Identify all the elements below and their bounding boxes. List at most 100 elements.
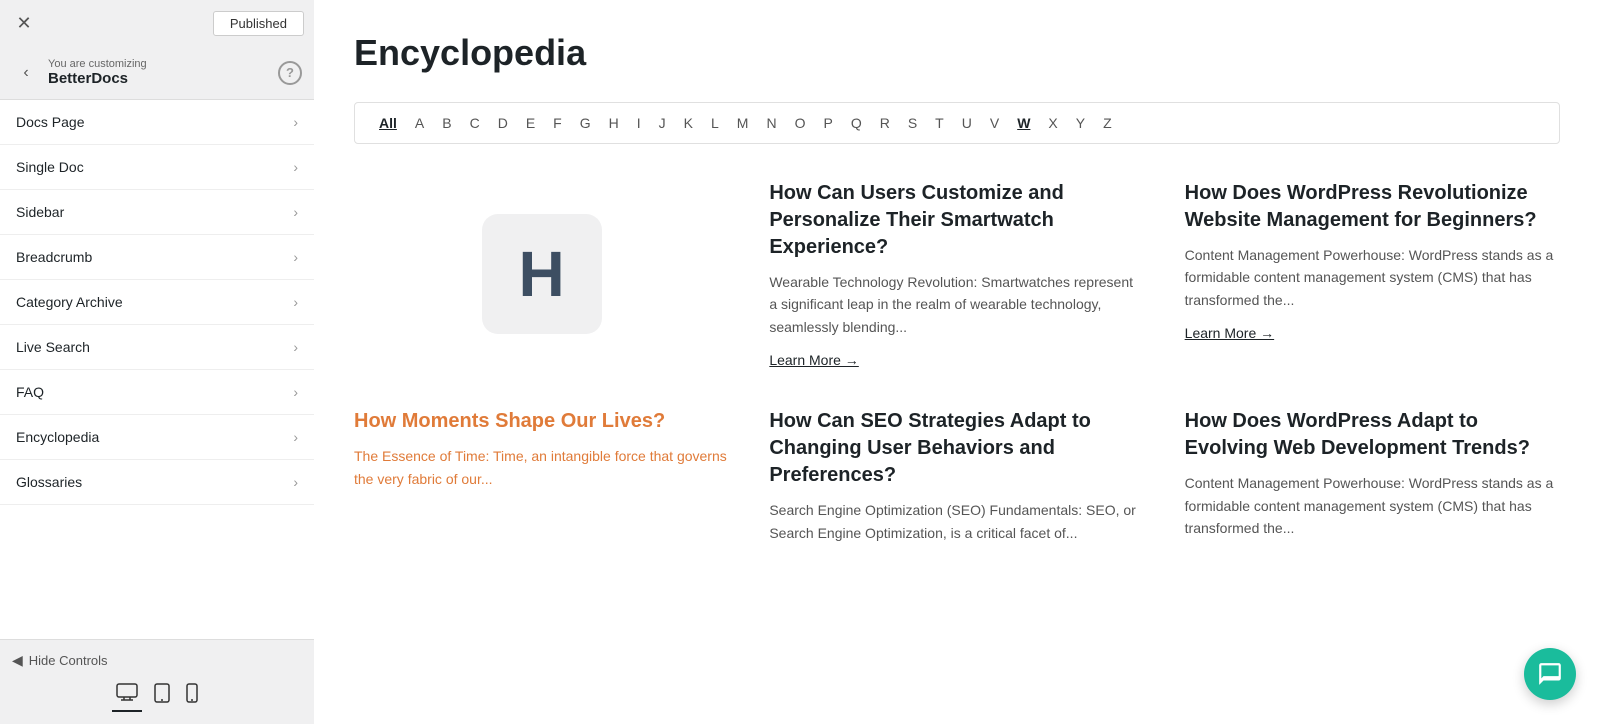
alpha-k[interactable]: K — [676, 111, 701, 135]
customizing-title: BetterDocs — [48, 70, 278, 87]
sidebar-item-label: FAQ — [16, 384, 44, 400]
alpha-l[interactable]: L — [703, 111, 727, 135]
alpha-d[interactable]: D — [490, 111, 516, 135]
chat-widget[interactable] — [1524, 648, 1576, 700]
article-card-4: How Can SEO Strategies Adapt to Changing… — [769, 408, 1144, 544]
customizing-label: You are customizing — [48, 58, 278, 70]
learn-more-link-1[interactable]: Learn More → — [769, 352, 1144, 368]
letter-h-icon: H — [482, 214, 602, 334]
hide-controls-label: Hide Controls — [29, 653, 108, 668]
sidebar-item-live-search[interactable]: Live Search › — [0, 325, 314, 370]
view-controls — [12, 679, 302, 712]
sidebar-item-category-archive[interactable]: Category Archive › — [0, 280, 314, 325]
alpha-s[interactable]: S — [900, 111, 925, 135]
article-card-2: How Does WordPress Revolutionize Website… — [1185, 180, 1560, 368]
published-button[interactable]: Published — [213, 11, 304, 36]
article-card-1: How Can Users Customize and Personalize … — [769, 180, 1144, 368]
alpha-g[interactable]: G — [572, 111, 599, 135]
alpha-r[interactable]: R — [872, 111, 898, 135]
back-button[interactable]: ‹ — [12, 59, 40, 87]
sidebar-item-docs-page[interactable]: Docs Page › — [0, 100, 314, 145]
alpha-p[interactable]: P — [815, 111, 840, 135]
article-title: How Can SEO Strategies Adapt to Changing… — [769, 408, 1144, 489]
sidebar-item-breadcrumb[interactable]: Breadcrumb › — [0, 235, 314, 280]
article-card-5: How Does WordPress Adapt to Evolving Web… — [1185, 408, 1560, 544]
alpha-c[interactable]: C — [462, 111, 488, 135]
chevron-right-icon: › — [293, 249, 298, 265]
article-card-orange: How Moments Shape Our Lives? The Essence… — [354, 408, 729, 544]
tablet-icon — [154, 683, 170, 703]
alpha-h[interactable]: H — [601, 111, 627, 135]
sidebar-topbar: ✕ Published — [0, 0, 314, 46]
sidebar-item-label: Category Archive — [16, 294, 123, 310]
hide-controls-icon: ◀ — [12, 652, 23, 669]
chevron-right-icon: › — [293, 294, 298, 310]
alpha-w[interactable]: W — [1009, 111, 1038, 135]
sidebar-item-encyclopedia[interactable]: Encyclopedia › — [0, 415, 314, 460]
alpha-n[interactable]: N — [758, 111, 784, 135]
desktop-view-button[interactable] — [112, 679, 142, 712]
chevron-right-icon: › — [293, 204, 298, 220]
alpha-a[interactable]: A — [407, 111, 432, 135]
alphabet-nav: All A B C D E F G H I J K L M N O P Q R … — [354, 102, 1560, 144]
chevron-right-icon: › — [293, 384, 298, 400]
chevron-right-icon: › — [293, 474, 298, 490]
article-excerpt-orange: The Essence of Time: Time, an intangible… — [354, 445, 729, 490]
sidebar-item-glossaries[interactable]: Glossaries › — [0, 460, 314, 505]
alpha-y[interactable]: Y — [1068, 111, 1093, 135]
alpha-f[interactable]: F — [545, 111, 570, 135]
main-content: Encyclopedia All A B C D E F G H I J K L… — [314, 0, 1600, 724]
sidebar-item-faq[interactable]: FAQ › — [0, 370, 314, 415]
close-button[interactable]: ✕ — [10, 9, 38, 37]
sidebar-header-info: You are customizing BetterDocs — [48, 58, 278, 87]
sidebar-item-sidebar[interactable]: Sidebar › — [0, 190, 314, 235]
letter-block: H — [354, 180, 729, 368]
alpha-q[interactable]: Q — [843, 111, 870, 135]
article-title: How Does WordPress Revolutionize Website… — [1185, 180, 1560, 234]
sidebar-menu: Docs Page › Single Doc › Sidebar › Bread… — [0, 100, 314, 639]
article-excerpt: Content Management Powerhouse: WordPress… — [1185, 472, 1560, 539]
sidebar-item-label: Breadcrumb — [16, 249, 92, 265]
chevron-right-icon: › — [293, 114, 298, 130]
alpha-b[interactable]: B — [434, 111, 459, 135]
learn-more-link-2[interactable]: Learn More → — [1185, 325, 1560, 341]
alpha-v[interactable]: V — [982, 111, 1007, 135]
hide-controls-button[interactable]: ◀ Hide Controls — [12, 652, 302, 669]
mobile-icon — [186, 683, 198, 703]
sidebar-item-label: Docs Page — [16, 114, 84, 130]
sidebar-item-label: Encyclopedia — [16, 429, 99, 445]
sidebar-item-label: Glossaries — [16, 474, 82, 490]
mobile-view-button[interactable] — [182, 679, 202, 712]
alpha-x[interactable]: X — [1040, 111, 1065, 135]
articles-grid-row1: H How Can Users Customize and Personaliz… — [354, 180, 1560, 368]
sidebar-item-label: Sidebar — [16, 204, 64, 220]
alpha-j[interactable]: J — [651, 111, 674, 135]
alpha-i[interactable]: I — [629, 111, 649, 135]
article-excerpt: Content Management Powerhouse: WordPress… — [1185, 244, 1560, 311]
help-button[interactable]: ? — [278, 61, 302, 85]
sidebar-item-single-doc[interactable]: Single Doc › — [0, 145, 314, 190]
sidebar-header: ‹ You are customizing BetterDocs ? — [0, 46, 314, 100]
page-title: Encyclopedia — [354, 32, 1560, 74]
article-title: How Can Users Customize and Personalize … — [769, 180, 1144, 261]
alpha-all[interactable]: All — [371, 111, 405, 135]
alpha-o[interactable]: O — [787, 111, 814, 135]
alpha-u[interactable]: U — [954, 111, 980, 135]
sidebar-item-label: Single Doc — [16, 159, 84, 175]
alpha-z[interactable]: Z — [1095, 111, 1120, 135]
chat-icon — [1537, 661, 1563, 687]
chevron-right-icon: › — [293, 429, 298, 445]
articles-grid-row2: How Moments Shape Our Lives? The Essence… — [354, 408, 1560, 544]
tablet-view-button[interactable] — [150, 679, 174, 712]
article-excerpt: Search Engine Optimization (SEO) Fundame… — [769, 499, 1144, 544]
alpha-e[interactable]: E — [518, 111, 543, 135]
article-excerpt: Wearable Technology Revolution: Smartwat… — [769, 271, 1144, 338]
desktop-icon — [116, 683, 138, 701]
chevron-right-icon: › — [293, 159, 298, 175]
sidebar-item-label: Live Search — [16, 339, 90, 355]
chevron-right-icon: › — [293, 339, 298, 355]
alpha-t[interactable]: T — [927, 111, 952, 135]
alpha-m[interactable]: M — [729, 111, 757, 135]
article-title: How Does WordPress Adapt to Evolving Web… — [1185, 408, 1560, 462]
sidebar: ✕ Published ‹ You are customizing Better… — [0, 0, 314, 724]
